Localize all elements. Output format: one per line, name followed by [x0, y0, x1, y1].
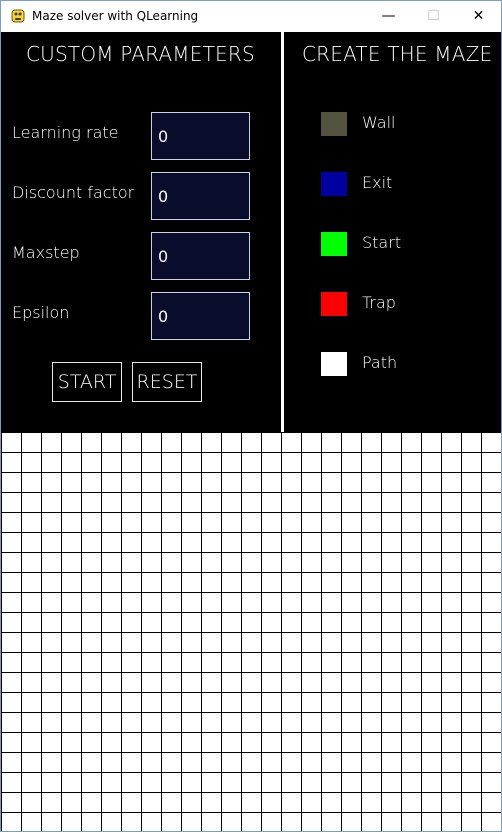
trap-swatch[interactable] — [321, 292, 347, 316]
reset-button[interactable]: RESET — [132, 362, 202, 402]
parameters-panel: CUSTOM PARAMETERS Learning rate 0 Discou… — [1, 32, 281, 432]
python-snake-icon — [11, 9, 25, 23]
discount-factor-label: Discount factor — [12, 183, 135, 202]
minimize-icon: — — [381, 8, 396, 24]
wall-label: Wall — [362, 113, 396, 132]
app-content: CUSTOM PARAMETERS Learning rate 0 Discou… — [1, 31, 501, 831]
learning-rate-label: Learning rate — [12, 123, 119, 142]
parameters-title: CUSTOM PARAMETERS — [26, 42, 255, 66]
exit-label: Exit — [362, 173, 393, 192]
maximize-icon: ☐ — [427, 8, 440, 24]
start-label: Start — [362, 233, 402, 252]
exit-swatch[interactable] — [321, 172, 347, 196]
title-bar[interactable]: Maze solver with QLearning — ☐ ✕ — [1, 1, 501, 31]
discount-factor-input[interactable]: 0 — [151, 172, 250, 220]
path-label: Path — [362, 353, 398, 372]
minimize-button[interactable]: — — [366, 1, 411, 31]
app-window: Maze solver with QLearning — ☐ ✕ CUSTOM … — [0, 0, 502, 832]
maze-legend-panel: CREATE THE MAZE Wall Exit Start Trap Pat… — [284, 32, 501, 432]
start-button[interactable]: START — [52, 362, 122, 402]
trap-label: Trap — [362, 293, 396, 312]
epsilon-label: Epsilon — [12, 303, 70, 322]
path-swatch[interactable] — [321, 352, 347, 376]
close-icon: ✕ — [472, 8, 485, 24]
epsilon-input[interactable]: 0 — [151, 292, 250, 340]
maze-panel-title: CREATE THE MAZE — [302, 42, 493, 66]
close-button[interactable]: ✕ — [456, 1, 501, 31]
wall-swatch[interactable] — [321, 112, 347, 136]
maxstep-label: Maxstep — [12, 243, 80, 262]
learning-rate-input[interactable]: 0 — [151, 112, 250, 160]
maze-grid[interactable] — [1, 432, 501, 831]
start-swatch[interactable] — [321, 232, 347, 256]
maxstep-input[interactable]: 0 — [151, 232, 250, 280]
maximize-button[interactable]: ☐ — [411, 1, 456, 31]
window-title: Maze solver with QLearning — [32, 9, 199, 23]
